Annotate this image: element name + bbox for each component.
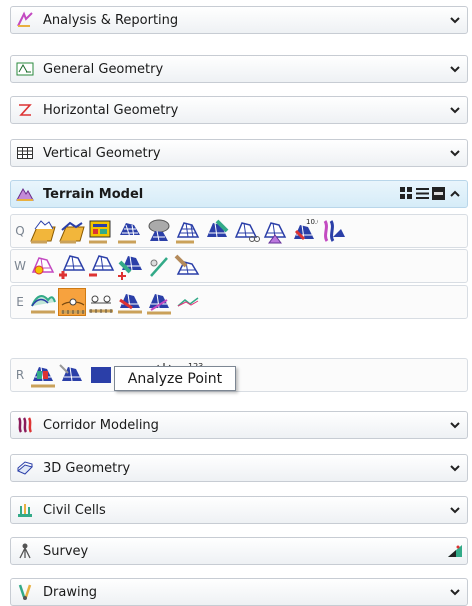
terrain-from-folder-tool[interactable]: [58, 217, 86, 245]
draw-line-tool[interactable]: [145, 252, 173, 280]
section-label: Terrain Model: [43, 186, 144, 202]
survey-icon: [15, 541, 35, 561]
section-analysis-reporting[interactable]: Analysis & Reporting: [10, 6, 468, 34]
section-label: Horizontal Geometry: [43, 102, 179, 118]
section-civil-cells[interactable]: Civil Cells: [10, 496, 468, 524]
terrain-mesh-tool[interactable]: [116, 217, 144, 245]
chevron-down-icon[interactable]: [447, 502, 463, 518]
section-label: Drawing: [43, 584, 98, 600]
section-label: Civil Cells: [43, 502, 106, 518]
tool-group-w: W: [10, 249, 468, 283]
group-key: R: [15, 368, 25, 382]
terrain-from-file-tool[interactable]: [29, 217, 57, 245]
terrain-elevation-tool[interactable]: 10.0: [290, 217, 318, 245]
section-label: Vertical Geometry: [43, 145, 161, 161]
panel-view-icon[interactable]: [432, 187, 445, 200]
grid-view-icon[interactable]: [400, 187, 413, 200]
list-view-icon[interactable]: [416, 187, 429, 200]
section-label: Corridor Modeling: [43, 417, 159, 433]
terrain-edit-tool[interactable]: [203, 217, 231, 245]
chevron-down-icon[interactable]: [447, 145, 463, 161]
tooltip-text: Analyze Point: [127, 370, 223, 387]
terrain-label-tool[interactable]: [58, 361, 86, 389]
terrain-surface-tool[interactable]: [174, 217, 202, 245]
terrain-boundary-tool[interactable]: [261, 217, 289, 245]
terrain-display-tool[interactable]: [29, 361, 57, 389]
section-3d-geometry[interactable]: 3D Geometry: [10, 454, 468, 482]
terrain-cloud-tool[interactable]: [145, 217, 173, 245]
terrain-slope-icon[interactable]: [447, 543, 463, 559]
section-vertical-geometry[interactable]: Vertical Geometry: [10, 139, 468, 167]
chevron-down-icon[interactable]: [447, 12, 463, 28]
3d-geometry-icon: [15, 458, 35, 478]
civil-tools-panel: Analysis & Reporting General Geometry Ho…: [0, 0, 472, 606]
section-survey[interactable]: Survey: [10, 537, 468, 565]
analysis-icon: [15, 10, 35, 30]
general-geometry-icon: [15, 59, 35, 79]
group-key: E: [16, 295, 24, 309]
chevron-down-icon[interactable]: [447, 61, 463, 77]
analyze-elevation-tool[interactable]: [29, 288, 57, 316]
tool-group-q: Q 10.0: [10, 214, 468, 248]
terrain-analysis-tool[interactable]: [319, 217, 347, 245]
view-mode-buttons: [400, 187, 445, 200]
analyze-trend-tool[interactable]: [174, 288, 202, 316]
group-key: W: [14, 259, 26, 273]
chevron-down-icon[interactable]: [447, 460, 463, 476]
analyze-profile-tool[interactable]: [145, 288, 173, 316]
section-terrain-model[interactable]: Terrain Model: [10, 180, 468, 208]
tool-group-e: E: [10, 285, 468, 319]
terrain-point-tool[interactable]: [29, 252, 57, 280]
section-corridor-modeling[interactable]: Corridor Modeling: [10, 411, 468, 439]
analyze-point-tool[interactable]: [58, 288, 86, 316]
drawing-icon: [15, 582, 35, 602]
terrain-clip-tool[interactable]: [232, 217, 260, 245]
section-drawing[interactable]: Drawing: [10, 578, 468, 606]
add-terrain-tool[interactable]: [58, 252, 86, 280]
section-label: Survey: [43, 543, 89, 559]
remove-terrain-tool[interactable]: [87, 252, 115, 280]
section-label: 3D Geometry: [43, 460, 131, 476]
section-label: Analysis & Reporting: [43, 12, 179, 28]
chevron-down-icon[interactable]: [447, 417, 463, 433]
tooltip: Analyze Point: [114, 366, 236, 391]
chevron-up-icon[interactable]: [447, 186, 463, 202]
terrain-model-icon: [15, 184, 35, 204]
group-key: Q: [15, 224, 25, 238]
section-horizontal-geometry[interactable]: Horizontal Geometry: [10, 96, 468, 124]
drape-terrain-tool[interactable]: [174, 252, 202, 280]
section-general-geometry[interactable]: General Geometry: [10, 55, 468, 83]
terrain-from-graphics-tool[interactable]: [87, 217, 115, 245]
chevron-down-icon[interactable]: [447, 102, 463, 118]
vertical-geometry-icon: [15, 143, 35, 163]
civil-cells-icon: [15, 500, 35, 520]
section-label: General Geometry: [43, 61, 164, 77]
horizontal-geometry-icon: [15, 100, 35, 120]
tool-group-r: R 123: [10, 358, 468, 392]
merge-terrain-tool[interactable]: [116, 252, 144, 280]
chevron-down-icon[interactable]: [447, 584, 463, 600]
svg-text:10.0: 10.0: [306, 218, 318, 226]
terrain-contour-tool[interactable]: [87, 361, 115, 389]
corridor-icon: [15, 415, 35, 435]
analyze-slope-tool[interactable]: [116, 288, 144, 316]
analyze-point-pair-tool[interactable]: [87, 288, 115, 316]
